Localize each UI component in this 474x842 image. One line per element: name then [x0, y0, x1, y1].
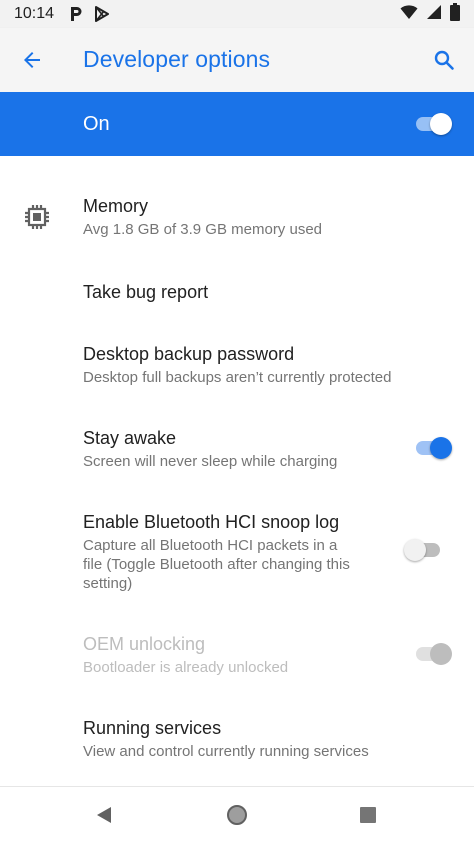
oem-unlocking-toggle: [414, 642, 452, 666]
search-button[interactable]: [426, 42, 462, 78]
setting-title: Desktop backup password: [83, 344, 295, 364]
play-store-icon: [94, 6, 110, 22]
status-time: 10:14: [14, 5, 55, 22]
setting-summary: Screen will never sleep while charging: [83, 453, 338, 470]
signal-icon: [426, 4, 442, 25]
app-bar: Developer options: [0, 28, 474, 92]
setting-summary-line: file (Toggle Bluetooth after changing th…: [83, 556, 350, 573]
switch-thumb: [404, 539, 426, 561]
setting-oem-unlocking: OEM unlocking Bootloader is already unlo…: [0, 618, 474, 694]
setting-title: Enable Bluetooth HCI snoop log: [83, 512, 340, 532]
status-right-icons: [400, 2, 460, 26]
setting-summary: Avg 1.8 GB of 3.9 GB memory used: [83, 221, 323, 238]
setting-summary: Bootloader is already unlocked: [83, 659, 289, 676]
setting-summary: Desktop full backups aren’t currently pr…: [83, 369, 392, 386]
setting-title: Take bug report: [83, 282, 209, 302]
switch-thumb: [430, 113, 452, 135]
memory-chip-icon: [25, 205, 49, 229]
arrow-back-icon: [24, 52, 40, 68]
master-switch-bar[interactable]: On: [0, 92, 474, 156]
setting-summary: View and control currently running servi…: [83, 743, 369, 760]
nav-bar: [0, 786, 474, 842]
setting-desktop-backup-password[interactable]: Desktop backup password Desktop full bac…: [0, 326, 474, 402]
setting-take-bug-report[interactable]: Take bug report: [0, 264, 474, 324]
recents-square-icon: [360, 807, 376, 823]
setting-title: Memory: [83, 196, 149, 216]
switch-thumb: [430, 643, 452, 665]
stay-awake-toggle[interactable]: [414, 436, 452, 460]
setting-bluetooth-hci-snoop-log[interactable]: Enable Bluetooth HCI snoop log Capture a…: [0, 496, 474, 600]
setting-summary-line: Capture all Bluetooth HCI packets in a: [83, 537, 338, 554]
status-bar: 10:14: [0, 0, 474, 28]
nav-recents-button[interactable]: [354, 801, 382, 829]
setting-stay-awake[interactable]: Stay awake Screen will never sleep while…: [0, 412, 474, 488]
home-circle-icon: [227, 805, 247, 825]
setting-title: Running services: [83, 718, 222, 738]
switch-thumb: [430, 437, 452, 459]
bluetooth-hci-toggle[interactable]: [404, 538, 442, 562]
master-switch-toggle[interactable]: [414, 112, 452, 136]
master-switch-label: On: [83, 113, 110, 135]
setting-memory[interactable]: Memory Avg 1.8 GB of 3.9 GB memory used: [0, 184, 474, 260]
page-title: Developer options: [83, 46, 271, 72]
search-icon: [434, 50, 454, 70]
back-button[interactable]: [14, 42, 50, 78]
setting-summary-line: setting): [83, 575, 133, 592]
battery-icon: [450, 2, 460, 26]
wifi-icon: [400, 4, 418, 25]
back-triangle-icon: [97, 807, 111, 823]
setting-title: Stay awake: [83, 428, 177, 448]
setting-title: OEM unlocking: [83, 634, 206, 654]
screen: 10:14 Developer options On Memory Avg 1.…: [0, 0, 474, 842]
nav-home-button[interactable]: [223, 801, 251, 829]
nav-back-button[interactable]: [90, 801, 118, 829]
p-notification-icon: [68, 6, 84, 22]
setting-running-services[interactable]: Running services View and control curren…: [0, 702, 474, 778]
